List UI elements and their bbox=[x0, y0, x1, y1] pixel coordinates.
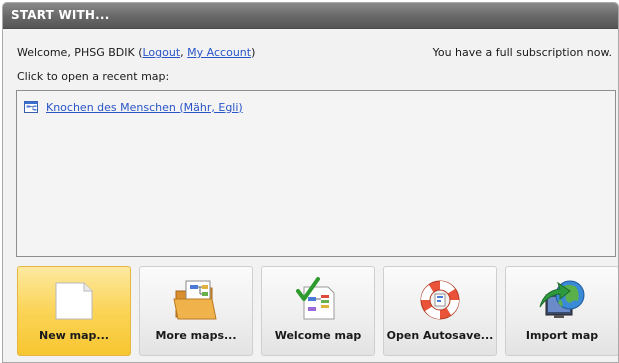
import-map-button[interactable]: Import map bbox=[505, 266, 618, 356]
close-paren: ) bbox=[251, 46, 256, 59]
welcome-text: Welcome, PHSG BDIK bbox=[17, 46, 135, 59]
panel-header: START WITH... bbox=[3, 3, 618, 29]
link-separator: , bbox=[180, 46, 184, 59]
import-map-label: Import map bbox=[525, 329, 599, 342]
open-autosave-label: Open Autosave... bbox=[386, 329, 494, 342]
lifebuoy-icon bbox=[420, 280, 460, 320]
import-globe-icon bbox=[539, 280, 585, 318]
start-with-panel: START WITH... Welcome, PHSG BDIK (Logout… bbox=[2, 2, 619, 363]
welcome-checklist-icon bbox=[296, 277, 335, 320]
folder-maps-icon bbox=[173, 280, 217, 320]
open-autosave-button[interactable]: Open Autosave... bbox=[383, 266, 497, 356]
welcome-row: Welcome, PHSG BDIK (Logout, My Account) … bbox=[17, 45, 612, 61]
my-account-link[interactable]: My Account bbox=[187, 46, 251, 59]
action-tiles: New map... More maps... Welcome map Open… bbox=[17, 266, 618, 358]
recent-maps-list: Knochen des Menschen (Mähr, Egli) bbox=[16, 90, 616, 257]
recent-map-link[interactable]: Knochen des Menschen (Mähr, Egli) bbox=[46, 101, 243, 114]
mindmap-file-icon bbox=[24, 101, 38, 113]
more-maps-button[interactable]: More maps... bbox=[139, 266, 253, 356]
blank-page-icon bbox=[55, 282, 93, 320]
logout-link[interactable]: Logout bbox=[143, 46, 181, 59]
more-maps-label: More maps... bbox=[155, 329, 237, 342]
welcome-map-button[interactable]: Welcome map bbox=[261, 266, 375, 356]
subscription-status: You have a full subscription now. bbox=[432, 46, 612, 59]
recent-maps-label: Click to open a recent map: bbox=[17, 70, 170, 83]
welcome-map-label: Welcome map bbox=[274, 329, 362, 342]
recent-map-item[interactable]: Knochen des Menschen (Mähr, Egli) bbox=[24, 99, 243, 115]
new-map-label: New map... bbox=[39, 329, 109, 342]
new-map-button[interactable]: New map... bbox=[17, 266, 131, 356]
